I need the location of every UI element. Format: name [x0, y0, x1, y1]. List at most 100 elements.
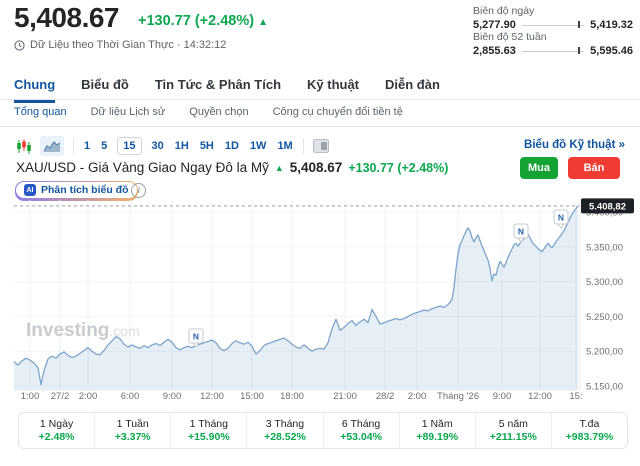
panel-icon	[313, 139, 329, 153]
perf-6-month[interactable]: 6 Tháng +53.04%	[323, 413, 399, 448]
price-axis-label: 5.200,00	[586, 347, 623, 358]
price-axis-label: 5.300,00	[586, 277, 623, 288]
perf-value: +3.37%	[115, 431, 151, 443]
week52-range-low: 2,855.63	[473, 45, 516, 57]
perf-3-month[interactable]: 3 Tháng +28.52%	[246, 413, 322, 448]
day-range-slider	[522, 25, 584, 26]
time-axis-label: Tháng '26	[437, 391, 479, 402]
timeframe-5[interactable]: 5	[100, 138, 108, 154]
last-price: 5,408.67	[14, 2, 119, 34]
price-area	[14, 206, 578, 390]
time-axis-label: 2:00	[408, 391, 427, 402]
subtabs-divider	[0, 126, 640, 127]
perf-label: 1 Ngày	[40, 418, 73, 430]
chart-price-change: +130.77 (+2.48%)	[348, 161, 448, 175]
realtime-row: Dữ Liệu theo Thời Gian Thực · 14:32:12	[14, 39, 226, 51]
technical-chart-link[interactable]: Biểu đồ Kỹ thuật »	[524, 139, 625, 151]
price-axis-label: 5.350,00	[586, 242, 623, 253]
perf-label: 1 Năm	[422, 418, 453, 430]
tabs-divider	[0, 99, 640, 100]
day-range-label: Biên độ ngày	[473, 5, 633, 17]
timeframe-30[interactable]: 30	[151, 138, 165, 154]
day-range-high: 5,419.32	[590, 19, 633, 31]
chart-title: XAU/USD - Giá Vàng Giao Ngay Đô la Mỹ	[16, 160, 269, 175]
time-axis-label: 12:00	[528, 391, 552, 402]
buy-button[interactable]: Mua	[520, 157, 558, 179]
ai-icon: AI	[24, 184, 36, 196]
perf-label: 5 năm	[499, 418, 528, 430]
perf-5-year[interactable]: 5 năm +211.15%	[475, 413, 551, 448]
price-change: +130.77 (+2.48%) ▲	[138, 13, 268, 29]
day-range-low: 5,277.90	[473, 19, 516, 31]
gold-quote-page: 5,408.67 +130.77 (+2.48%) ▲ Dữ Liệu theo …	[0, 0, 640, 466]
time-axis-label: 2:00	[79, 391, 98, 402]
timeframe-1d[interactable]: 1D	[224, 138, 240, 154]
subtab-tong-quan[interactable]: Tổng quan	[14, 106, 67, 125]
price-chart[interactable]: Investing.com5.400,005.350,005.300,005.2…	[0, 196, 640, 408]
last-price-tag-label: 5.408,82	[589, 201, 626, 212]
perf-label: 3 Tháng	[266, 418, 304, 430]
perf-value: +89.19%	[416, 431, 458, 443]
performance-table: 1 Ngày +2.48% 1 Tuần +3.37% 1 Tháng +15.…	[18, 412, 628, 449]
area-chart-icon	[44, 140, 60, 152]
news-marker-letter: N	[193, 332, 199, 342]
price-axis-label: 5.250,00	[586, 312, 623, 323]
week52-range-marker	[578, 47, 580, 54]
chart-last-price: 5,408.67	[290, 160, 343, 175]
time-axis-label: 9:00	[163, 391, 182, 402]
candlestick-glyph	[16, 139, 31, 154]
time-axis-label: 15:	[569, 391, 582, 402]
price-change-text: +130.77 (+2.48%)	[138, 13, 254, 29]
time-axis-label: 18:00	[280, 391, 304, 402]
time-axis-label: 1:00	[21, 391, 40, 402]
perf-value: +53.04%	[340, 431, 382, 443]
perf-value: +15.90%	[188, 431, 230, 443]
toolbar-divider-2	[303, 138, 304, 154]
perf-1-day[interactable]: 1 Ngày +2.48%	[19, 413, 94, 448]
perf-max[interactable]: T.đa +983.79%	[551, 413, 627, 448]
subtab-du-lieu-lich-su[interactable]: Dữ liệu Lịch sử	[91, 106, 166, 125]
perf-value: +211.15%	[490, 431, 537, 443]
news-marker-letter: N	[558, 213, 564, 223]
time-axis-label: 6:00	[121, 391, 140, 402]
subtab-cong-cu-chuyen-doi[interactable]: Công cụ chuyển đổi tiền tệ	[273, 106, 403, 125]
watermark: Investing.com	[26, 320, 140, 341]
chart-title-row: XAU/USD - Giá Vàng Giao Ngay Đô la Mỹ ▲ …	[16, 160, 448, 175]
perf-1-year[interactable]: 1 Năm +89.19%	[399, 413, 475, 448]
news-marker-letter: N	[518, 227, 524, 237]
ai-analysis-label: Phân tích biểu đồ	[41, 184, 129, 196]
time-axis-label: 27/2	[51, 391, 70, 402]
time-axis-label: 28/2	[376, 391, 395, 402]
timeframe-1[interactable]: 1	[83, 138, 91, 154]
candlestick-chart-icon[interactable]	[16, 139, 31, 154]
area-chart-type-button[interactable]	[40, 136, 64, 156]
timeframe-1m[interactable]: 1M	[276, 138, 293, 154]
chart-up-arrow-icon: ▲	[275, 163, 284, 173]
timeframe-15[interactable]: 15	[117, 137, 141, 155]
timeframe-1h[interactable]: 1H	[174, 138, 190, 154]
toolbar-divider	[73, 138, 74, 154]
perf-label: T.đa	[580, 418, 600, 430]
up-arrow-icon: ▲	[258, 17, 268, 28]
week52-range-label: Biên độ 52 tuần	[473, 31, 633, 43]
clock-icon	[14, 40, 25, 51]
realtime-label: Dữ Liệu theo Thời Gian Thực · 14:32:12	[30, 39, 226, 51]
timeframe-1w[interactable]: 1W	[249, 138, 268, 154]
chart-toolbar: 1 5 15 30 1H 5H 1D 1W 1M	[16, 134, 329, 158]
perf-value: +2.48%	[39, 431, 75, 443]
day-range: Biên độ ngày 5,277.90 5,419.32	[473, 5, 633, 31]
perf-1-month[interactable]: 1 Tháng +15.90%	[170, 413, 246, 448]
sell-button[interactable]: Bán	[568, 157, 620, 179]
subtab-quyen-chon[interactable]: Quyền chọn	[189, 106, 248, 125]
fullscreen-panel-button[interactable]	[313, 139, 329, 153]
perf-label: 6 Tháng	[342, 418, 380, 430]
perf-1-week[interactable]: 1 Tuần +3.37%	[94, 413, 170, 448]
day-range-marker	[578, 21, 580, 28]
week52-range-high: 5,595.46	[590, 45, 633, 57]
time-axis-label: 9:00	[493, 391, 512, 402]
perf-value: +983.79%	[566, 431, 614, 443]
time-axis-label: 15:00	[240, 391, 264, 402]
timeframe-5h[interactable]: 5H	[199, 138, 215, 154]
time-axis-label: 21:00	[333, 391, 357, 402]
price-axis-label: 5.150,00	[586, 382, 623, 393]
